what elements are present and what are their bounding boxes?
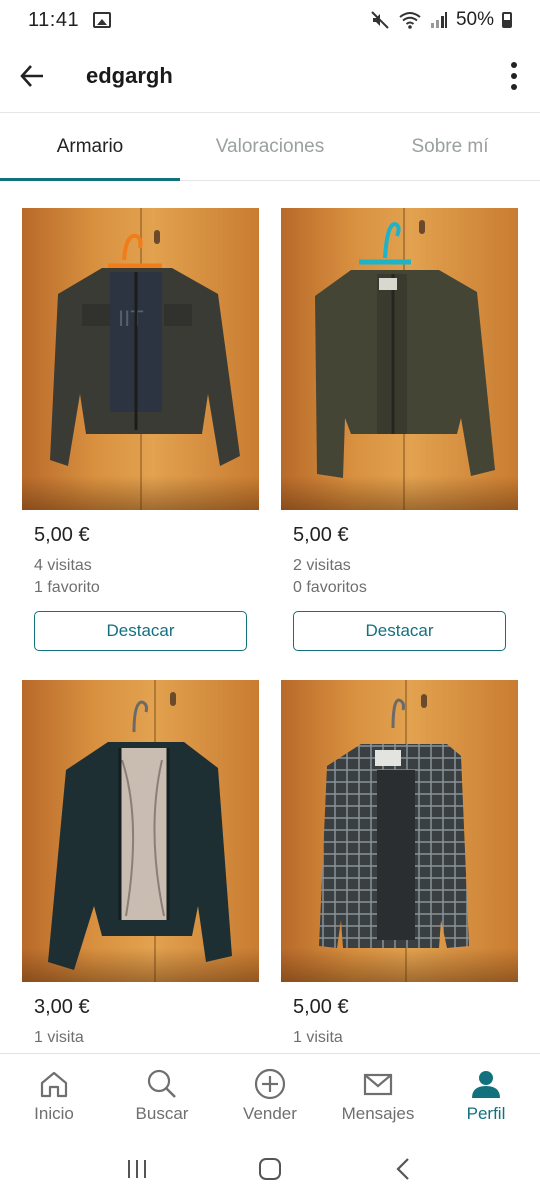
back-button[interactable] [0,44,64,108]
product-card[interactable]: IIT 5,00 € 4 visitas 1 favorito Destacar [22,208,259,651]
product-price: 5,00 € [293,996,349,1018]
more-options-button[interactable] [488,44,540,108]
battery-icon [502,12,512,28]
profile-tabs: Armario Valoraciones Sobre mí [0,113,540,181]
wardrobe-grid: IIT 5,00 € 4 visitas 1 favorito Destacar [22,208,518,1052]
jacket-image [48,700,232,970]
product-favorites: 1 favorito [34,579,100,596]
product-price: 5,00 € [293,524,349,546]
feature-button[interactable]: Destacar [34,611,247,651]
nav-label: Vender [243,1104,297,1123]
status-bar: 11:41 50% [0,0,540,40]
tab-sobre-mi[interactable]: Sobre mí [360,113,540,180]
product-card[interactable]: 3,00 € 1 visita [22,680,259,1049]
product-info: 5,00 € 2 visitas 0 favoritos Destacar [281,510,518,651]
product-photo[interactable]: IIT [22,208,259,510]
home-button-icon [258,1158,281,1180]
product-visits: 2 visitas [293,557,351,574]
signal-icon [430,12,447,28]
product-photo[interactable] [281,208,518,510]
product-photo[interactable] [281,680,518,982]
mail-icon [363,1073,393,1096]
nav-item-vender[interactable]: Vender [216,1054,324,1138]
plus-circle-icon [254,1068,286,1100]
nav-item-perfil[interactable]: Perfil [432,1054,540,1138]
recents-button[interactable] [107,1144,167,1194]
nav-label: Mensajes [341,1104,415,1123]
app-header: edgargh [0,40,540,112]
nav-label: Perfil [466,1104,506,1123]
nav-item-buscar[interactable]: Buscar [108,1054,216,1138]
tab-valoraciones[interactable]: Valoraciones [180,113,360,180]
more-vertical-icon [511,62,517,90]
back-icon [396,1158,410,1180]
arrow-left-icon [20,65,43,87]
system-back-button[interactable] [373,1144,433,1194]
recents-icon [127,1160,146,1178]
system-navigation [0,1138,540,1200]
product-info: 3,00 € 1 visita [22,982,259,1049]
wifi-icon [399,12,421,29]
feature-button[interactable]: Destacar [293,611,506,651]
home-icon [40,1071,68,1098]
battery-percent: 50% [455,9,494,30]
status-time: 11:41 [28,8,80,31]
nav-item-inicio[interactable]: Inicio [0,1054,108,1138]
product-visits: 1 visita [293,1029,343,1046]
product-photo[interactable] [22,680,259,982]
jacket-image [315,221,495,478]
home-button[interactable] [240,1144,300,1194]
user-icon [472,1071,500,1098]
nav-label: Buscar [135,1104,189,1123]
status-icons: 50% [370,9,512,31]
product-visits: 4 visitas [34,557,92,574]
product-price: 5,00 € [34,524,90,546]
jacket-image: IIT [50,233,240,466]
product-price: 3,00 € [34,996,90,1018]
gallery-icon [93,12,112,28]
product-favorites: 0 favoritos [293,579,367,596]
tab-armario[interactable]: Armario [0,113,180,181]
svg-text:IIT: IIT [118,306,144,331]
bottom-navigation: Inicio Buscar Vender Mensajes Perfil [0,1053,540,1138]
product-card[interactable]: 5,00 € 1 visita [281,680,518,1049]
product-info: 5,00 € 4 visitas 1 favorito Destacar [22,510,259,651]
search-icon [147,1069,176,1098]
jacket-image [319,698,469,948]
nav-label: Inicio [34,1104,74,1123]
nav-item-mensajes[interactable]: Mensajes [324,1054,432,1138]
product-visits: 1 visita [34,1029,84,1046]
profile-username: edgargh [86,63,173,88]
mute-icon [371,11,389,29]
product-card[interactable]: 5,00 € 2 visitas 0 favoritos Destacar [281,208,518,651]
product-info: 5,00 € 1 visita [281,982,518,1049]
